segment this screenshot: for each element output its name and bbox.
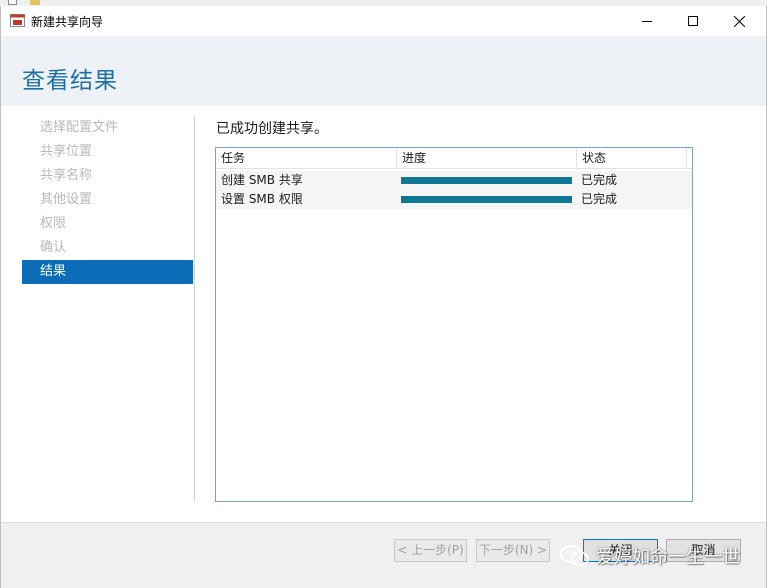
result-message: 已成功创建共享。 <box>216 121 328 137</box>
progress-fill <box>401 196 572 203</box>
nav-divider <box>194 116 195 501</box>
task-cell: 设置 SMB 权限 <box>221 192 303 206</box>
document-icon <box>8 0 17 5</box>
column-header-status[interactable]: 状态 <box>577 148 687 169</box>
progress-fill <box>401 177 572 184</box>
share-wizard-app-icon <box>10 14 25 27</box>
task-cell: 创建 SMB 共享 <box>221 173 303 187</box>
wizard-step-nav: 选择配置文件 共享位置 共享名称 其他设置 权限 确认 结果 <box>22 116 193 284</box>
nav-step-confirmation[interactable]: 确认 <box>22 236 193 260</box>
maximize-button[interactable] <box>670 6 716 36</box>
header-band: 查看结果 <box>1 36 766 106</box>
table-row[interactable]: 创建 SMB 共享 已完成 <box>216 171 692 190</box>
progress-bar <box>401 177 572 184</box>
minimize-icon <box>642 21 652 22</box>
next-button[interactable]: 下一步(N) > <box>476 539 550 562</box>
folder-icon <box>30 0 40 5</box>
nav-step-share-name[interactable]: 共享名称 <box>22 164 193 188</box>
table-header: 任务 进度 状态 <box>216 148 692 169</box>
status-cell: 已完成 <box>581 173 618 187</box>
title-bar[interactable]: 新建共享向导 <box>1 6 766 36</box>
progress-bar <box>401 196 572 203</box>
watermark-text: 爱婷如命一生一世 <box>596 547 740 568</box>
table-row[interactable]: 设置 SMB 权限 已完成 <box>216 190 692 209</box>
page-title: 查看结果 <box>22 68 118 94</box>
wechat-icon <box>560 545 589 567</box>
status-cell: 已完成 <box>581 192 618 206</box>
nav-step-other-settings[interactable]: 其他设置 <box>22 188 193 212</box>
nav-step-share-location[interactable]: 共享位置 <box>22 140 193 164</box>
results-table: 任务 进度 状态 创建 SMB 共享 已完成 设置 SMB 权限 已完成 <box>215 147 693 502</box>
window-title: 新建共享向导 <box>31 15 104 29</box>
maximize-icon <box>688 16 698 26</box>
nav-step-permissions[interactable]: 权限 <box>22 212 193 236</box>
minimize-button[interactable] <box>624 6 670 36</box>
close-window-button[interactable] <box>716 6 762 36</box>
nav-step-select-profile[interactable]: 选择配置文件 <box>22 116 193 140</box>
previous-button[interactable]: < 上一步(P) <box>394 539 467 562</box>
column-header-progress[interactable]: 进度 <box>397 148 577 169</box>
wizard-window: 新建共享向导 查看结果 选择配置文件 共享位置 共享名称 其他设置 权限 确认 … <box>0 6 767 588</box>
column-header-task[interactable]: 任务 <box>216 148 397 169</box>
close-icon <box>733 15 745 27</box>
nav-step-results[interactable]: 结果 <box>22 260 193 284</box>
watermark: 爱婷如命一生一世 <box>560 540 740 572</box>
